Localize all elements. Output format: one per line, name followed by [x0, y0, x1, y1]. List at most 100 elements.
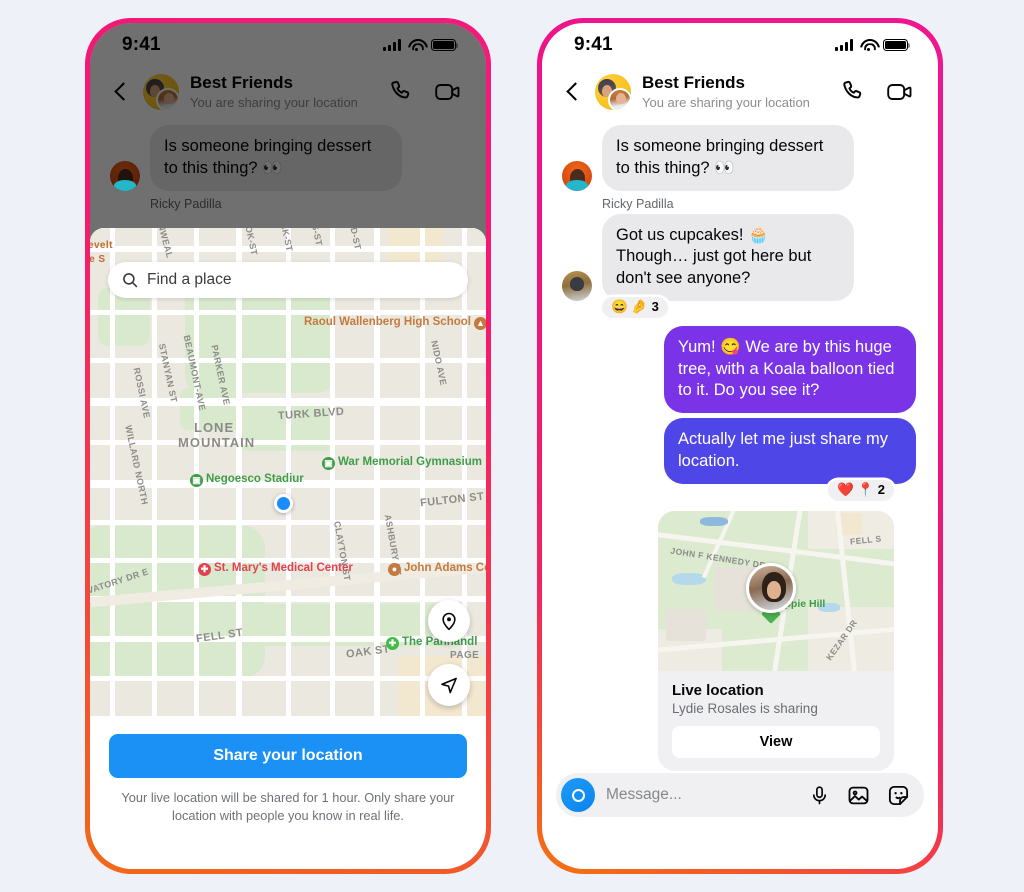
message-bubble[interactable]: Got us cupcakes! 🧁 Though… just got here…	[602, 213, 854, 301]
video-camera-icon[interactable]	[886, 78, 914, 106]
message-bubble[interactable]: Is someone bringing dessert to this thin…	[150, 124, 402, 191]
composer-actions	[809, 784, 910, 807]
poi-icon: ✚	[198, 563, 211, 576]
phone-right-frame: 9:41 Best Friends You are sharing your l…	[537, 18, 943, 874]
microphone-icon[interactable]	[809, 785, 830, 806]
message-row: Is someone bringing dessert to this thin…	[110, 124, 464, 191]
search-input[interactable]: Find a place	[108, 262, 468, 298]
phone-left-frame: 9:41 Best Friends You are sharing your l…	[85, 18, 491, 874]
chat-header-subtitle: You are sharing your location	[642, 95, 810, 111]
phone-call-icon[interactable]	[389, 79, 414, 104]
poi-icon: ▣	[190, 474, 203, 487]
signal-icon	[835, 39, 853, 51]
poi-icon: ▲	[473, 317, 486, 330]
place-pin-button[interactable]	[428, 600, 470, 642]
poi-label: John Adams Center	[404, 562, 486, 574]
reaction-emoji: 😄	[611, 298, 628, 314]
phone-right-screen: 9:41 Best Friends You are sharing your l…	[542, 23, 938, 869]
avatar	[110, 160, 140, 191]
chat-header-text: Best Friends You are sharing your locati…	[190, 73, 378, 111]
chat-header-left: Best Friends You are sharing your locati…	[90, 67, 486, 121]
avatar	[746, 562, 796, 613]
message-bubble[interactable]: Actually let me just share my location.	[664, 418, 916, 484]
message-list-right: Is someone bringing dessert to this thin…	[542, 121, 938, 771]
message-row: Yum! 😋 We are by this huge tree, with a …	[562, 325, 916, 414]
current-location-dot	[274, 494, 293, 513]
status-bar-left: 9:41	[90, 23, 486, 67]
message-composer: Message...	[556, 773, 924, 817]
locate-me-button[interactable]	[428, 664, 470, 706]
message-bubble[interactable]: Is someone bringing dessert to this thin…	[602, 124, 854, 191]
map-canvas: evelt le S NWEAL OOK-ST AK-ST S-ST OD-ST…	[90, 228, 486, 716]
search-placeholder: Find a place	[147, 271, 232, 288]
poi-label: Raoul Wallenberg High School	[304, 316, 471, 328]
search-icon	[123, 273, 138, 288]
reaction-emoji: 📍	[856, 481, 874, 497]
share-location-panel: Share your location Your live location w…	[90, 716, 486, 869]
message-row: Got us cupcakes! 🧁 Though… just got here…	[562, 213, 916, 301]
wifi-icon	[408, 39, 424, 52]
message-bubble[interactable]: Yum! 😋 We are by this huge tree, with a …	[664, 325, 916, 414]
location-sheet: evelt le S NWEAL OOK-ST AK-ST S-ST OD-ST…	[90, 228, 486, 869]
screenshot-stage: 9:41 Best Friends You are sharing your l…	[0, 0, 1024, 892]
live-location-map[interactable]: JOHN F KENNEDY DR FELL S KEZAR DR Hippie…	[658, 510, 894, 671]
reaction-emoji: ❤️	[837, 481, 854, 497]
battery-icon	[883, 38, 911, 52]
message-row: Actually let me just share my location.	[562, 418, 916, 484]
status-time: 9:41	[122, 34, 161, 55]
reaction-emoji: 🤌	[630, 298, 648, 314]
camera-icon	[571, 788, 585, 802]
camera-button[interactable]	[561, 778, 595, 812]
location-picker-map[interactable]: evelt le S NWEAL OOK-ST AK-ST S-ST OD-ST…	[90, 228, 486, 716]
image-icon[interactable]	[847, 784, 870, 807]
chat-header-text: Best Friends You are sharing your locati…	[642, 73, 830, 111]
view-location-button[interactable]: View	[672, 725, 880, 758]
phone-left-screen: 9:41 Best Friends You are sharing your l…	[90, 23, 486, 869]
phone-call-icon[interactable]	[841, 79, 866, 104]
poi-label: War Memorial Gymnasium	[338, 456, 483, 468]
status-bar-right: 9:41	[542, 23, 938, 67]
status-icons	[835, 38, 911, 52]
avatar	[562, 270, 592, 301]
reaction-pill[interactable]: 😄 🤌 3	[602, 296, 668, 318]
navigate-arrow-icon	[441, 677, 457, 694]
sticker-icon[interactable]	[887, 784, 910, 807]
status-time: 9:41	[574, 34, 613, 55]
place-pin-icon	[442, 612, 456, 631]
poi-label: Negoesco Stadiur	[206, 473, 304, 485]
chat-header-actions	[841, 78, 914, 106]
reaction-count: 3	[651, 299, 659, 315]
message-input[interactable]: Message...	[606, 786, 798, 804]
chat-header-subtitle: You are sharing your location	[190, 95, 358, 111]
avatar	[562, 160, 592, 191]
wifi-icon	[860, 39, 876, 52]
poi-icon: ●	[388, 563, 401, 576]
video-camera-icon[interactable]	[434, 78, 462, 106]
chat-header-right: Best Friends You are sharing your locati…	[542, 67, 938, 121]
poi-label: St. Mary's Medical Center	[214, 562, 353, 574]
reaction-pill[interactable]: ❤️ 📍 2	[828, 479, 894, 501]
live-location-title: Live location	[672, 681, 764, 699]
share-location-note: Your live location will be shared for 1 …	[121, 790, 455, 823]
share-location-button[interactable]: Share your location	[109, 734, 467, 778]
back-chevron-icon[interactable]	[562, 81, 584, 103]
reaction-count: 2	[877, 482, 885, 498]
live-location-body: Live location Lydie Rosales is sharing V…	[658, 671, 894, 771]
message-sender-name: Ricky Padilla	[150, 196, 222, 211]
page-title: Best Friends	[190, 73, 293, 92]
live-location-subtitle: Lydie Rosales is sharing	[672, 700, 818, 716]
group-avatar[interactable]	[143, 73, 179, 110]
live-location-card[interactable]: JOHN F KENNEDY DR FELL S KEZAR DR Hippie…	[658, 510, 894, 771]
poi-icon: ▣	[322, 457, 335, 470]
message-row: Is someone bringing dessert to this thin…	[562, 124, 916, 191]
battery-icon	[431, 38, 459, 52]
group-avatar[interactable]	[595, 73, 631, 110]
status-icons	[383, 38, 459, 52]
chat-header-actions	[389, 78, 462, 106]
page-title: Best Friends	[642, 73, 745, 92]
signal-icon	[383, 39, 401, 51]
back-chevron-icon[interactable]	[110, 81, 132, 103]
message-list-left: Is someone bringing dessert to this thin…	[90, 121, 486, 211]
message-sender-name: Ricky Padilla	[602, 196, 674, 211]
poi-icon: ✚	[386, 637, 399, 650]
